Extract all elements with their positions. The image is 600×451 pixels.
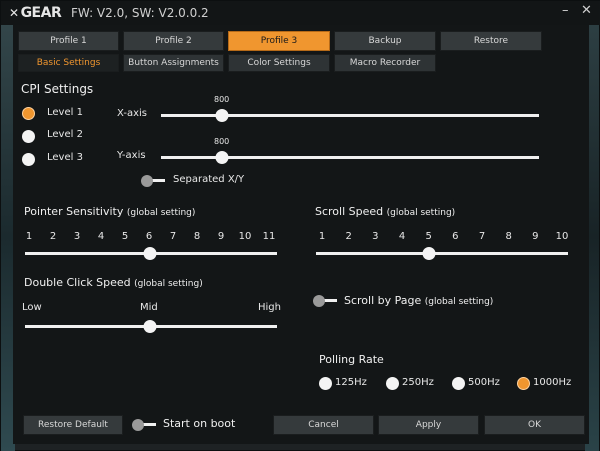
separated-xy-label: Separated X/Y xyxy=(173,174,245,185)
polling-500-radio[interactable] xyxy=(452,377,465,390)
tab-color-settings[interactable]: Color Settings xyxy=(228,54,330,72)
y-axis-value: 800 xyxy=(214,137,230,146)
scroll-tick-5: 5 xyxy=(425,231,432,242)
title-bar[interactable]: ✕ GEAR FW: V2.0, SW: V2.0.0.2 – ✕ xyxy=(1,1,600,25)
polling-500-label: 500Hz xyxy=(468,377,500,388)
scroll-by-page-label: Scroll by Page (global setting) xyxy=(344,294,494,307)
scroll-speed-track[interactable] xyxy=(316,252,568,255)
scroll-tick-2: 2 xyxy=(345,231,352,242)
ok-button[interactable]: OK xyxy=(484,415,585,435)
app-window: ✕ GEAR FW: V2.0, SW: V2.0.0.2 – ✕ Profile… xyxy=(0,0,600,451)
pointer-tick-7: 7 xyxy=(169,231,177,242)
brand-text: GEAR xyxy=(20,5,62,21)
double-click-title: Double Click Speed (global setting) xyxy=(24,276,203,289)
pointer-tick-5: 5 xyxy=(121,231,129,242)
tab-profile-2[interactable]: Profile 2 xyxy=(123,31,224,51)
pointer-sensitivity-thumb[interactable] xyxy=(143,247,157,260)
pointer-tick-11: 11 xyxy=(262,231,276,242)
cpi-level-3-label: Level 3 xyxy=(47,152,83,163)
cpi-level-1-label: Level 1 xyxy=(47,107,83,118)
cpi-level-1-radio[interactable] xyxy=(22,107,35,120)
pointer-sensitivity-title: Pointer Sensitivity (global setting) xyxy=(24,205,196,218)
polling-125-label: 125Hz xyxy=(335,377,367,388)
double-click-low-label: Low xyxy=(22,302,42,313)
scroll-speed-title: Scroll Speed (global setting) xyxy=(315,205,456,218)
polling-rate-title: Polling Rate xyxy=(319,353,384,366)
cancel-button[interactable]: Cancel xyxy=(273,415,374,435)
apply-button[interactable]: Apply xyxy=(378,415,479,435)
double-click-mid-label: Mid xyxy=(140,302,158,313)
scroll-tick-10: 10 xyxy=(555,231,569,242)
cpi-level-3-radio[interactable] xyxy=(22,153,35,166)
double-click-high-label: High xyxy=(258,302,281,313)
separated-xy-toggle[interactable] xyxy=(141,175,167,187)
scroll-tick-9: 9 xyxy=(532,231,539,242)
tab-macro-recorder[interactable]: Macro Recorder xyxy=(334,54,436,72)
polling-1000-label: 1000Hz xyxy=(533,377,572,388)
pointer-tick-6: 6 xyxy=(145,231,153,242)
scroll-by-page-toggle[interactable] xyxy=(313,295,339,307)
tab-profile-3[interactable]: Profile 3 xyxy=(228,31,330,51)
scroll-tick-3: 3 xyxy=(372,231,379,242)
pointer-tick-4: 4 xyxy=(97,231,105,242)
y-axis-slider-thumb[interactable] xyxy=(215,151,229,164)
scroll-tick-7: 7 xyxy=(478,231,486,242)
x-axis-slider-thumb[interactable] xyxy=(215,109,229,122)
polling-250-radio[interactable] xyxy=(386,377,399,390)
pointer-tick-8: 8 xyxy=(193,231,201,242)
pointer-tick-9: 9 xyxy=(217,231,225,242)
start-on-boot-label: Start on boot xyxy=(163,417,236,430)
start-on-boot-toggle[interactable] xyxy=(132,419,158,431)
cpi-level-2-radio[interactable] xyxy=(22,130,35,143)
polling-250-label: 250Hz xyxy=(402,377,434,388)
pointer-tick-2: 2 xyxy=(49,231,57,242)
minimize-button[interactable]: – xyxy=(562,3,569,18)
scroll-tick-6: 6 xyxy=(452,231,459,242)
tab-button-assignments[interactable]: Button Assignments xyxy=(123,54,224,72)
tab-profile-1[interactable]: Profile 1 xyxy=(18,31,119,51)
pointer-tick-10: 10 xyxy=(238,231,252,242)
fnatic-logo-icon: ✕ xyxy=(9,6,19,20)
cpi-settings-title: CPI Settings xyxy=(21,82,94,96)
scroll-tick-4: 4 xyxy=(398,231,406,242)
polling-125-radio[interactable] xyxy=(319,377,332,390)
y-axis-label: Y-axis xyxy=(117,150,146,161)
scroll-tick-1: 1 xyxy=(318,231,326,242)
scroll-tick-8: 8 xyxy=(505,231,512,242)
x-axis-value: 800 xyxy=(214,95,230,104)
scroll-speed-thumb[interactable] xyxy=(422,247,436,260)
cpi-level-2-label: Level 2 xyxy=(47,129,83,140)
x-axis-label: X-axis xyxy=(117,108,147,119)
close-button[interactable]: ✕ xyxy=(581,3,592,18)
pointer-tick-3: 3 xyxy=(73,231,81,242)
polling-1000-radio[interactable] xyxy=(517,377,530,390)
restore-button[interactable]: Restore xyxy=(440,31,542,51)
brand-logo: ✕ GEAR xyxy=(9,5,62,21)
backup-button[interactable]: Backup xyxy=(334,31,436,51)
version-label: FW: V2.0, SW: V2.0.0.2 xyxy=(71,6,209,20)
tab-basic-settings[interactable]: Basic Settings xyxy=(18,54,119,72)
pointer-tick-1: 1 xyxy=(25,231,33,242)
restore-default-button[interactable]: Restore Default xyxy=(23,415,123,435)
double-click-thumb[interactable] xyxy=(143,320,157,333)
